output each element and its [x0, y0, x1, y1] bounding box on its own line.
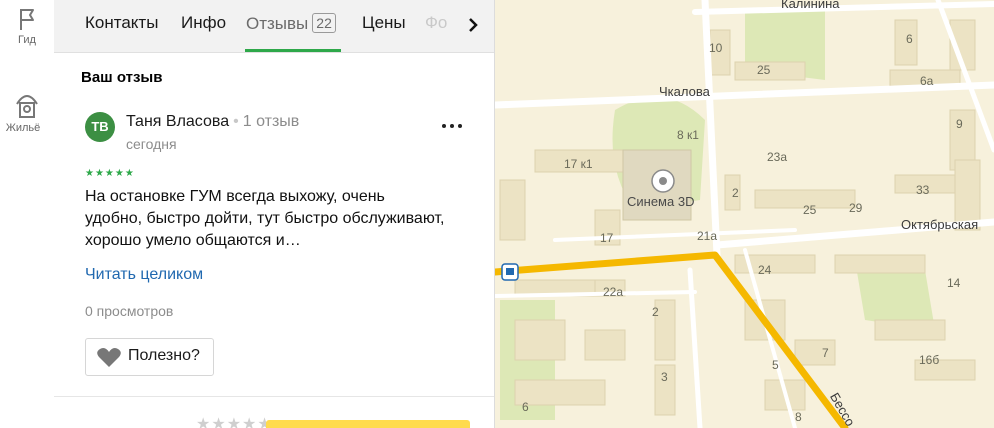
- street-label: Калинина: [781, 0, 840, 11]
- tabs-next-button[interactable]: [460, 10, 488, 40]
- building-number: 3: [661, 370, 668, 384]
- avatar[interactable]: ТВ: [85, 112, 115, 142]
- rail-item-housing[interactable]: Жильё: [0, 90, 54, 134]
- tab-bar: Контакты Инфо Отзывы 22 Цены Фо: [54, 0, 494, 53]
- building-number: 33: [916, 183, 930, 197]
- review-text: На остановке ГУМ всегда выхожу, очень уд…: [85, 188, 445, 249]
- building-number: 2: [652, 305, 659, 319]
- tab-prices[interactable]: Цены: [362, 13, 406, 33]
- separator-dot: •: [233, 113, 239, 130]
- rate-stars[interactable]: ★★★★★: [196, 414, 273, 428]
- tab-reviews-count: 22: [312, 13, 336, 33]
- review-views: 0 просмотров: [85, 303, 174, 319]
- rail-label-guide: Гид: [18, 34, 36, 46]
- building-number: 25: [803, 203, 817, 217]
- building-number: 6: [906, 32, 913, 46]
- left-rail: Гид Жильё: [0, 0, 55, 428]
- building-number: 24: [758, 263, 772, 277]
- tab-contacts[interactable]: Контакты: [85, 13, 158, 33]
- building-number: 17 к1: [564, 157, 593, 171]
- street-label: Чкалова: [659, 84, 710, 99]
- heart-icon: [97, 348, 121, 367]
- building-number: 2: [732, 186, 739, 200]
- read-more-link[interactable]: Читать целиком: [85, 266, 203, 284]
- building-number: 16б: [919, 353, 940, 367]
- tab-reviews[interactable]: Отзывы 22: [246, 13, 336, 34]
- more-options-button[interactable]: [438, 118, 466, 134]
- building-number: 25: [757, 63, 771, 77]
- chevron-right-icon: [469, 18, 478, 32]
- street-label: Октябрьская: [901, 217, 979, 232]
- active-tab-indicator: [245, 49, 341, 52]
- building-number: 21а: [697, 229, 718, 243]
- building-number: 29: [849, 201, 863, 215]
- write-review-button[interactable]: [266, 420, 470, 428]
- place-panel: Контакты Инфо Отзывы 22 Цены Фо Ваш отзыв…: [54, 0, 495, 428]
- tab-photos[interactable]: Фо: [425, 13, 447, 33]
- review-author: Таня Власова • 1 отзыв: [126, 113, 299, 131]
- building-number: 9: [956, 117, 963, 131]
- more-dots-icon: [442, 124, 462, 128]
- building-number: 8: [795, 410, 802, 424]
- author-review-count: 1 отзыв: [242, 113, 300, 130]
- building-number: 5: [772, 358, 779, 372]
- poi-label[interactable]: Синема 3D: [627, 194, 694, 209]
- building-number: 7: [822, 346, 829, 360]
- divider: [54, 396, 494, 397]
- map-view[interactable]: Калинина Чкалова Октябрьская Бессо 10 25…: [495, 0, 994, 428]
- tab-info[interactable]: Инфо: [181, 13, 226, 33]
- building-number: 14: [947, 276, 961, 290]
- useful-button[interactable]: Полезно?: [85, 338, 214, 376]
- review-rating-stars: ★★★★★: [85, 168, 135, 179]
- review-date: сегодня: [126, 136, 177, 152]
- building-number: 23а: [767, 150, 788, 164]
- your-review-title: Ваш отзыв: [81, 69, 163, 86]
- building-number: 10: [709, 41, 723, 55]
- building-number: 8 к1: [677, 128, 699, 142]
- rail-label-housing: Жильё: [5, 122, 41, 134]
- author-name[interactable]: Таня Власова: [126, 113, 229, 130]
- rail-item-guide[interactable]: Гид: [0, 6, 54, 46]
- building-number: 6а: [920, 74, 934, 88]
- useful-label: Полезно?: [128, 347, 200, 364]
- building-number: 6: [522, 400, 529, 414]
- tab-reviews-label: Отзывы: [246, 14, 309, 33]
- building-number: 22а: [603, 285, 624, 299]
- house-icon: [16, 95, 38, 118]
- building-number: 17: [600, 231, 614, 245]
- flag-icon: [20, 9, 34, 30]
